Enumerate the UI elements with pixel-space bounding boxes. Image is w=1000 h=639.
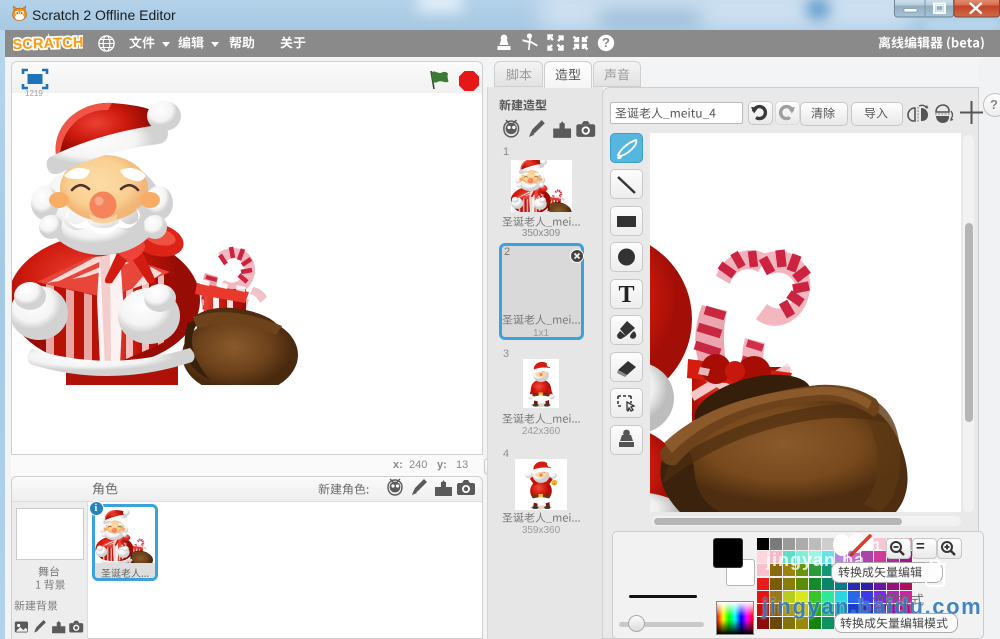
svg-text:SCRATCH: SCRATCH (13, 35, 83, 53)
svg-text:T: T (618, 282, 634, 308)
svg-text:?: ? (602, 35, 610, 50)
